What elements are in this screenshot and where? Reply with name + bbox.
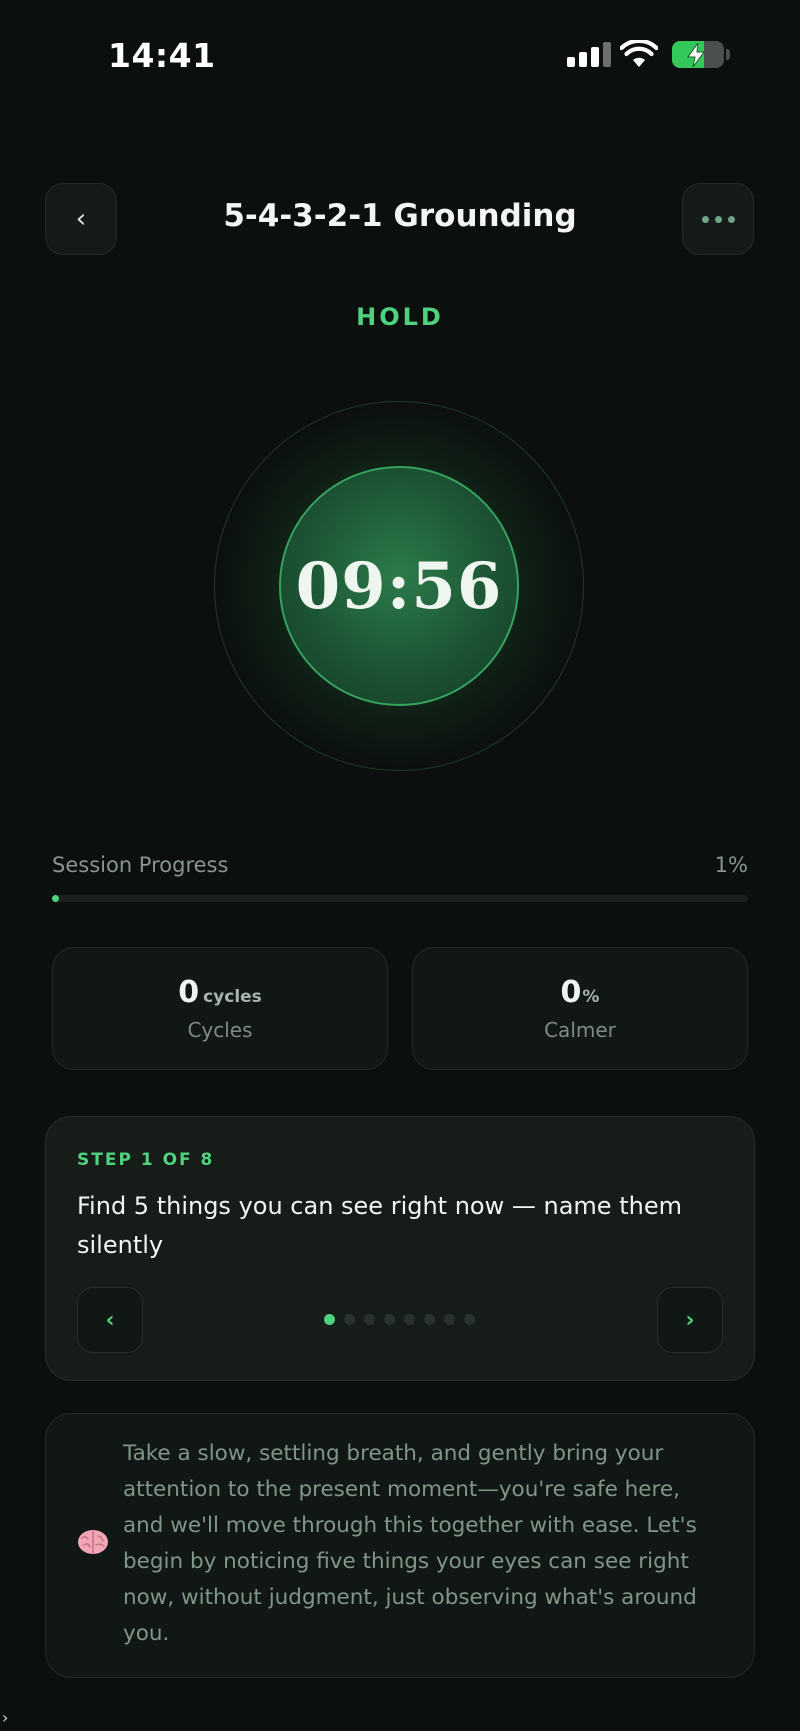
cycles-value: 0 <box>178 975 200 1010</box>
cycles-stat-card: 0 cycles Cycles <box>52 947 388 1070</box>
more-dots-icon <box>701 215 735 223</box>
step-dot-4[interactable] <box>384 1314 395 1325</box>
chevron-left-icon: ‹ <box>75 204 87 234</box>
guidance-card: Take a slow, settling breath, and gently… <box>45 1413 755 1678</box>
more-options-button[interactable] <box>682 183 754 255</box>
step-dot-7[interactable] <box>444 1314 455 1325</box>
chevron-left-icon: ‹ <box>105 1307 115 1333</box>
cycles-unit: cycles <box>203 987 262 1007</box>
step-dot-3[interactable] <box>364 1314 375 1325</box>
calmer-unit: % <box>582 987 600 1007</box>
guidance-text: Take a slow, settling breath, and gently… <box>123 1441 697 1646</box>
step-dot-6[interactable] <box>424 1314 435 1325</box>
breathing-phase-label: HOLD <box>356 303 444 331</box>
progress-label: Session Progress <box>52 853 229 877</box>
grounding-screen: 14:41 ‹ 5-4-3-2-1 Grounding HOLD 09:56 S… <box>0 0 800 1731</box>
step-dot-1[interactable] <box>324 1314 335 1325</box>
step-card: STEP 1 OF 8 Find 5 things you can see ri… <box>45 1116 755 1381</box>
breathing-circle[interactable]: 09:56 <box>279 466 519 706</box>
calmer-stat-card: 0% Calmer <box>412 947 748 1070</box>
chevron-right-icon: › <box>2 1708 9 1727</box>
progress-bar-fill <box>52 895 59 902</box>
step-pagination-dots <box>324 1314 475 1325</box>
cellular-signal-icon <box>567 42 611 67</box>
status-time: 14:41 <box>108 36 216 75</box>
previous-step-button[interactable]: ‹ <box>77 1287 143 1353</box>
cycles-label: Cycles <box>187 1018 253 1042</box>
step-instruction: Find 5 things you can see right now — na… <box>77 1192 682 1259</box>
battery-charging-icon <box>672 41 724 68</box>
step-dot-5[interactable] <box>404 1314 415 1325</box>
calmer-value-row: 0% <box>413 975 747 1010</box>
progress-percent: 1% <box>714 853 748 877</box>
next-step-button[interactable]: › <box>657 1287 723 1353</box>
charging-bolt-icon <box>687 43 705 67</box>
step-dot-2[interactable] <box>344 1314 355 1325</box>
battery-tip <box>726 49 730 60</box>
brain-icon <box>78 1530 108 1554</box>
step-dot-8[interactable] <box>464 1314 475 1325</box>
calmer-label: Calmer <box>544 1018 616 1042</box>
step-counter-label: STEP 1 OF 8 <box>77 1150 215 1170</box>
session-timer: 09:56 <box>295 548 503 624</box>
wifi-icon <box>620 40 658 67</box>
chevron-right-icon: › <box>685 1307 695 1333</box>
cycles-value-row: 0 cycles <box>53 975 387 1010</box>
calmer-value: 0 <box>560 975 582 1010</box>
back-button[interactable]: ‹ <box>45 183 117 255</box>
page-title: 5-4-3-2-1 Grounding <box>223 198 577 234</box>
progress-bar <box>52 895 748 902</box>
